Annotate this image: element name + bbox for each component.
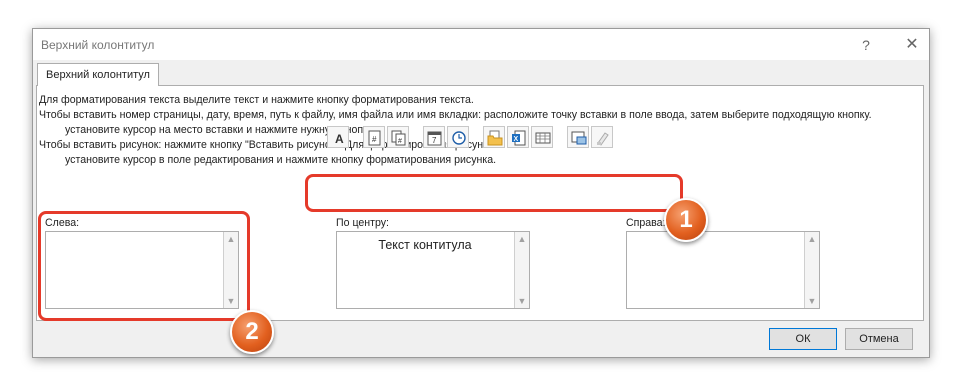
scroll-up-icon[interactable]: ▲ — [515, 232, 529, 246]
svg-text:#: # — [398, 138, 402, 145]
callout-badge-2: 2 — [230, 310, 274, 354]
cancel-button[interactable]: Отмена — [845, 328, 913, 350]
help-button[interactable]: ? — [855, 35, 877, 55]
format-text-icon: A — [335, 132, 344, 146]
scroll-up-icon[interactable]: ▲ — [805, 232, 819, 246]
center-section-text: Текст контитула — [378, 238, 472, 252]
center-section-input[interactable]: Текст контитула ▲ ▼ — [336, 231, 530, 309]
left-section-highlight — [38, 211, 250, 321]
insert-page-number-button[interactable]: # — [363, 126, 385, 148]
insert-sheet-name-icon — [535, 132, 551, 144]
callout-badge-1: 1 — [664, 198, 708, 242]
header-toolbar: A # # 7 X — [313, 122, 653, 148]
right-scrollbar[interactable]: ▲ ▼ — [804, 232, 819, 308]
svg-text:A: A — [335, 132, 344, 146]
instruction-line-1: Для форматирования текста выделите текст… — [39, 94, 474, 106]
toolbar-highlight — [305, 174, 683, 212]
insert-file-path-icon — [487, 130, 503, 146]
insert-page-number-icon: # — [368, 130, 381, 146]
insert-date-button[interactable]: 7 — [423, 126, 445, 148]
insert-file-name-button[interactable]: X — [507, 126, 529, 148]
window-title: Верхний колонтитул — [41, 38, 155, 52]
svg-text:X: X — [514, 136, 519, 143]
close-button[interactable]: ✕ — [901, 35, 923, 55]
tab-header[interactable]: Верхний колонтитул — [37, 63, 159, 86]
insert-picture-button[interactable] — [567, 126, 589, 148]
center-scrollbar[interactable]: ▲ ▼ — [514, 232, 529, 308]
insert-time-button[interactable] — [447, 126, 469, 148]
insert-sheet-name-button[interactable] — [531, 126, 553, 148]
instruction-line-2: Чтобы вставить номер страницы, дату, вре… — [39, 109, 872, 121]
insert-page-count-button[interactable]: # — [387, 126, 409, 148]
insert-time-icon — [452, 131, 466, 145]
format-picture-icon — [597, 132, 609, 146]
title-bar: Верхний колонтитул ? ✕ — [33, 29, 929, 60]
scroll-down-icon[interactable]: ▼ — [515, 294, 529, 308]
svg-text:#: # — [372, 135, 377, 144]
instruction-line-5: установите курсор в поле редактирования … — [65, 154, 497, 166]
insert-date-icon: 7 — [427, 131, 442, 146]
right-section-input[interactable]: ▲ ▼ — [626, 231, 820, 309]
ok-button[interactable]: ОК — [769, 328, 837, 350]
scroll-down-icon[interactable]: ▼ — [805, 294, 819, 308]
format-picture-button[interactable] — [591, 126, 613, 148]
insert-page-count-icon: # — [391, 130, 406, 146]
center-section-label: По центру: — [336, 217, 390, 229]
right-section-label: Справа: — [626, 217, 666, 229]
insert-file-path-button[interactable] — [483, 126, 505, 148]
insert-picture-icon — [571, 131, 587, 145]
svg-text:7: 7 — [432, 136, 437, 145]
format-text-button[interactable]: A — [327, 126, 349, 148]
insert-file-name-icon: X — [512, 130, 526, 146]
